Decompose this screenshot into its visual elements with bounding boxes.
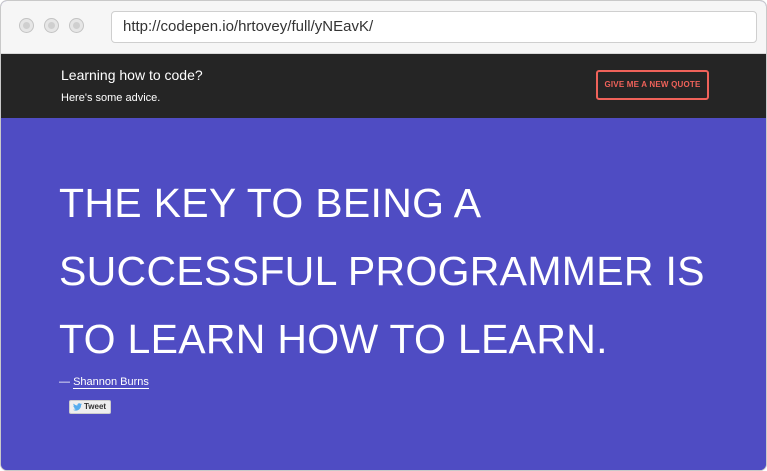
window-close-button[interactable] xyxy=(19,18,34,33)
header-subtitle: Here's some advice. xyxy=(61,92,161,104)
window-maximize-button[interactable] xyxy=(69,18,84,33)
header-title: Learning how to code? xyxy=(61,67,203,83)
new-quote-button[interactable]: GIVE ME A NEW QUOTE xyxy=(596,70,709,100)
author-link[interactable]: Shannon Burns xyxy=(73,376,149,389)
window-minimize-button[interactable] xyxy=(44,18,59,33)
browser-window: http://codepen.io/hrtovey/full/yNEavK/ L… xyxy=(0,0,767,471)
tweet-button[interactable]: Tweet xyxy=(69,400,112,414)
site-header: Learning how to code? Here's some advice… xyxy=(1,54,766,118)
address-url: http://codepen.io/hrtovey/full/yNEavK/ xyxy=(123,18,374,35)
attribution-dash: — xyxy=(59,376,70,388)
tweet-label: Tweet xyxy=(84,402,107,411)
quote-attribution: — Shannon Burns xyxy=(59,376,149,389)
quote-section: THE KEY TO BEING A SUCCESSFUL PROGRAMMER… xyxy=(1,118,766,470)
browser-toolbar: http://codepen.io/hrtovey/full/yNEavK/ xyxy=(1,1,766,54)
address-bar[interactable]: http://codepen.io/hrtovey/full/yNEavK/ xyxy=(111,11,757,43)
twitter-bird-icon xyxy=(73,403,82,411)
quote-text: THE KEY TO BEING A SUCCESSFUL PROGRAMMER… xyxy=(59,180,705,362)
